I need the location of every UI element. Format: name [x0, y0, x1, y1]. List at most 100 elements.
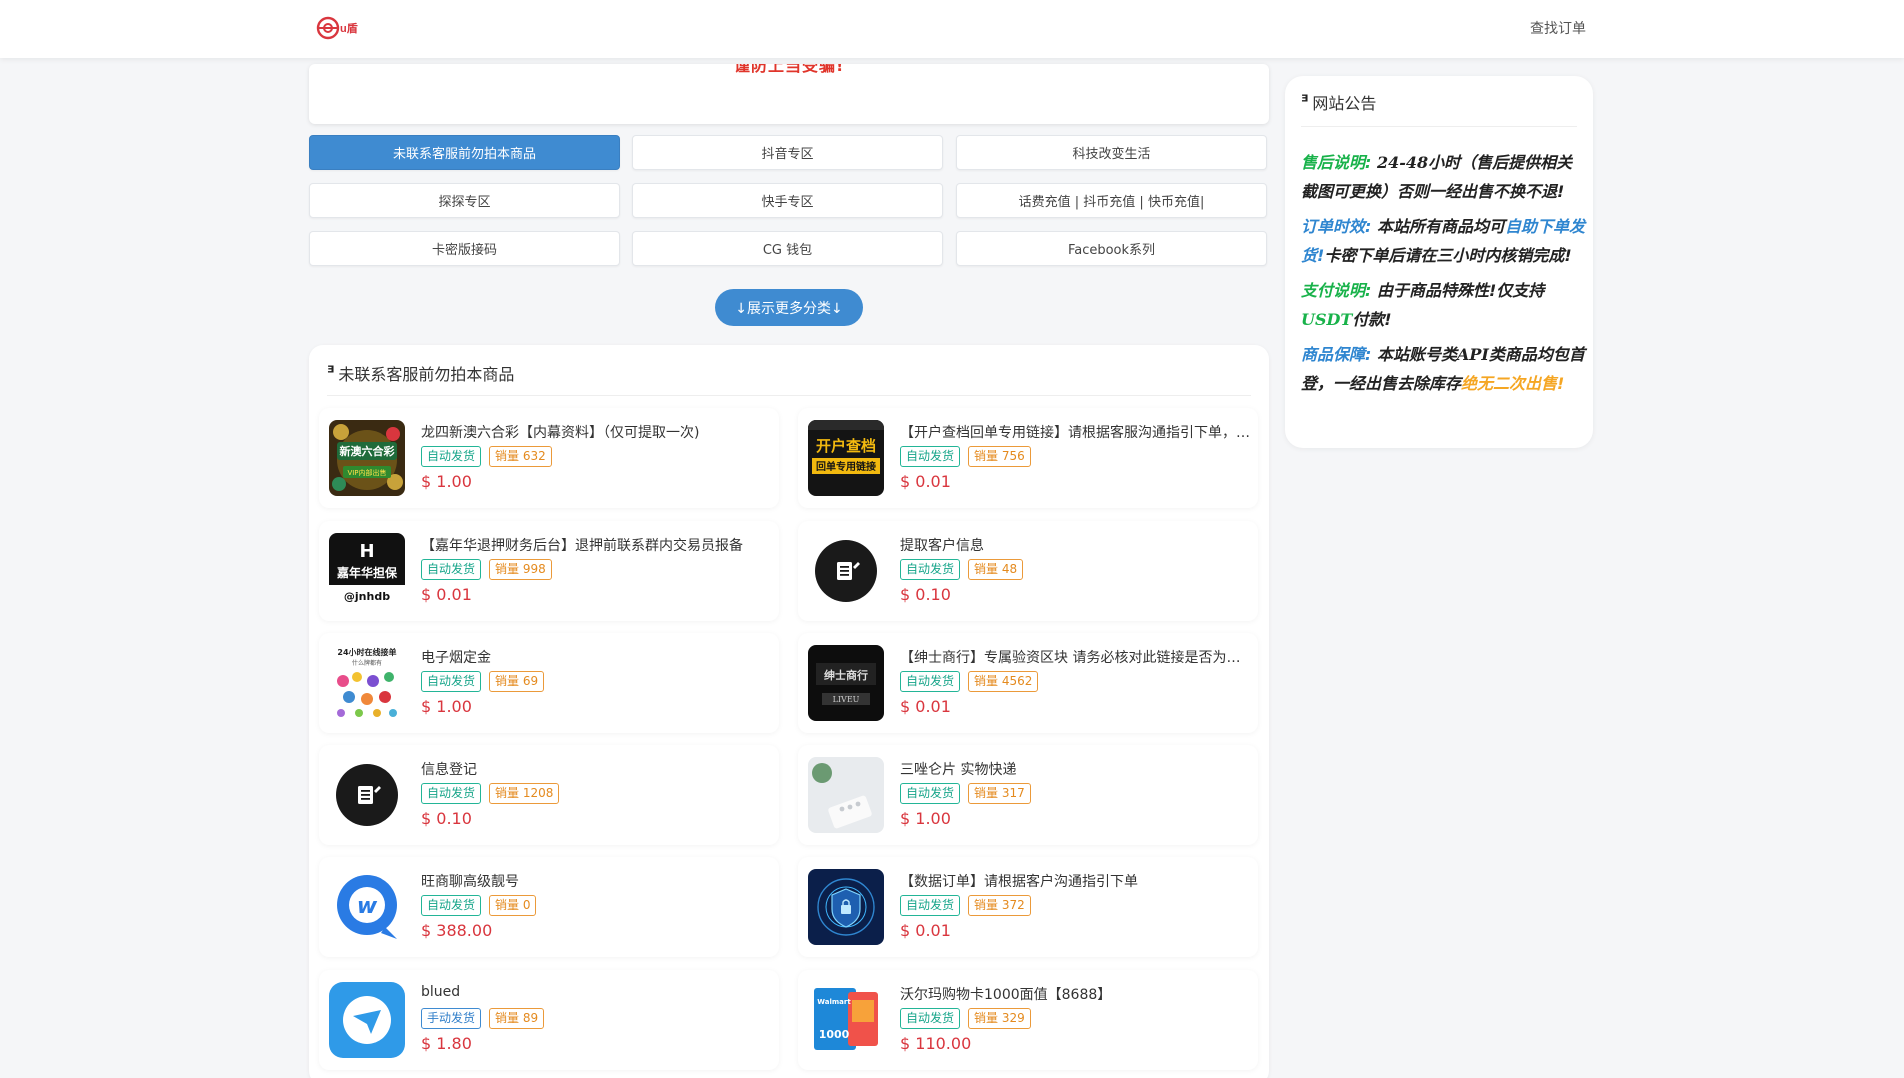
product-price: $ 1.00: [900, 809, 951, 828]
product-card[interactable]: H 嘉年华担保 @jnhdb 【嘉年华退押财务后台】退押前联系群内交易员报备 自…: [319, 521, 779, 621]
product-price: $ 110.00: [900, 1034, 972, 1053]
delivery-tag: 自动发货: [421, 895, 482, 916]
svg-text:什么牌都有: 什么牌都有: [352, 659, 382, 667]
product-card[interactable]: Walmart 1000 沃尔玛购物卡1000面值【8688】 自动发货 销量 3…: [798, 970, 1258, 1070]
product-name: 【嘉年华退押财务后台】退押前联系群内交易员报备: [421, 538, 743, 554]
category-button-contact-first[interactable]: 未联系客服前勿拍本商品: [309, 135, 620, 170]
logo-icon: u盾: [316, 16, 358, 40]
notice-after-sales: 售后说明: 24-48小时（售后提供相关截图可更换）否则一经出售不换不退!: [1301, 153, 1573, 201]
site-logo[interactable]: u盾: [316, 16, 368, 40]
ecig-thumb-icon: 24小时在线接单 什么牌都有: [329, 645, 405, 721]
notice-body: 售后说明: 24-48小时（售后提供相关截图可更换）否则一经出售不换不退! 订单…: [1301, 148, 1587, 404]
product-price: $ 0.01: [900, 697, 951, 716]
top-navbar: u盾 查找订单: [0, 0, 1904, 58]
product-card[interactable]: 开户查档 回单专用链接 【开户查档回单专用链接】请根据客服沟通指引下单，请勿乱拍…: [798, 408, 1258, 508]
delivery-tag: 自动发货: [900, 559, 961, 580]
product-name: 【数据订单】请根据客户沟通指引下单: [900, 874, 1138, 890]
section-title: ᴲ 未联系客服前勿拍本商品: [327, 361, 514, 385]
shield-data-thumb-icon: [808, 869, 884, 945]
product-card[interactable]: 信息登记 自动发货 销量 1208 $ 0.10: [319, 745, 779, 845]
delivery-tag: 手动发货: [421, 1008, 482, 1029]
note-edit-icon: [808, 533, 884, 609]
warning-banner: 谨防上当受骗!: [309, 64, 1269, 124]
delivery-tag: 自动发货: [421, 446, 482, 467]
note-edit-icon: [329, 757, 405, 833]
delivery-tag: 自动发货: [421, 783, 482, 804]
sales-tag: 销量 756: [968, 446, 1031, 467]
product-name: 旺商聊高级靓号: [421, 874, 519, 890]
delivery-tag: 自动发货: [900, 671, 961, 692]
product-price: $ 1.80: [421, 1034, 472, 1053]
svg-text:Walmart: Walmart: [817, 998, 851, 1006]
svg-text:VIP内部出售: VIP内部出售: [347, 468, 386, 477]
lottery-thumb-icon: 新澳六合彩 VIP内部出售: [329, 420, 405, 496]
chat-app-thumb-icon: w: [329, 869, 405, 945]
category-button-tantan[interactable]: 探探专区: [309, 183, 620, 218]
product-price: $ 0.01: [900, 472, 951, 491]
sales-tag: 销量 48: [968, 559, 1024, 580]
delivery-tag: 自动发货: [421, 559, 482, 580]
sales-tag: 销量 998: [489, 559, 552, 580]
svg-text:新澳六合彩: 新澳六合彩: [340, 444, 395, 458]
product-price: $ 1.00: [421, 472, 472, 491]
product-card[interactable]: 绅士商行 LIVEU 【绅士商行】专属验资区块 请务必核对此链接是否为客服发送 …: [798, 633, 1258, 733]
notice-title: ᴲ 网站公告: [1301, 90, 1376, 114]
category-button-recharge[interactable]: 话费充值 | 抖币充值 | 快币充值|: [956, 183, 1267, 218]
product-price: $ 0.01: [421, 585, 472, 604]
notice-title-text: 网站公告: [1312, 94, 1377, 113]
sales-tag: 销量 69: [489, 671, 545, 692]
delivery-tag: 自动发货: [900, 783, 961, 804]
find-order-link[interactable]: 查找订单: [1530, 18, 1586, 38]
category-button-sms-code[interactable]: 卡密版接码: [309, 231, 620, 266]
product-card[interactable]: 【数据订单】请根据客户沟通指引下单 自动发货 销量 372 $ 0.01: [798, 857, 1258, 957]
sales-tag: 销量 0: [489, 895, 537, 916]
svg-text:回单专用链接: 回单专用链接: [816, 460, 876, 473]
carnival-guarantee-thumb-icon: H 嘉年华担保 @jnhdb: [329, 533, 405, 609]
sales-tag: 销量 632: [489, 446, 552, 467]
product-name: 提取客户信息: [900, 538, 984, 554]
product-name: 【绅士商行】专属验资区块 请务必核对此链接是否为客服发送: [900, 650, 1250, 666]
svg-text:开户查档: 开户查档: [816, 437, 876, 455]
product-name: blued: [421, 984, 461, 1000]
pills-thumb-icon: [808, 757, 884, 833]
products-panel: ᴲ 未联系客服前勿拍本商品 新澳六合彩 VIP内部出售 龙四新澳六合彩【内幕资料…: [309, 345, 1269, 1078]
notice-order-timing: 订单时效: 本站所有商品均可自助下单发货!卡密下单后请在三小时内核销完成!: [1301, 217, 1585, 265]
sales-tag: 销量 372: [968, 895, 1031, 916]
walmart-card-thumb-icon: Walmart 1000: [808, 982, 884, 1058]
product-name: 电子烟定金: [421, 650, 491, 666]
svg-text:w: w: [357, 894, 378, 919]
svg-text:H: H: [359, 541, 374, 562]
sales-tag: 销量 329: [968, 1008, 1031, 1029]
category-button-douyin[interactable]: 抖音专区: [632, 135, 943, 170]
category-button-tech[interactable]: 科技改变生活: [956, 135, 1267, 170]
product-card[interactable]: w 旺商聊高级靓号 自动发货 销量 0 $ 388.00: [319, 857, 779, 957]
product-name: 三唑仑片 实物快递: [900, 762, 1017, 778]
product-price: $ 388.00: [421, 921, 493, 940]
account-query-thumb-icon: 开户查档 回单专用链接: [808, 420, 884, 496]
site-notice-panel: ᴲ 网站公告 售后说明: 24-48小时（售后提供相关截图可更换）否则一经出售不…: [1285, 76, 1593, 448]
sales-tag: 销量 317: [968, 783, 1031, 804]
category-button-kuaishou[interactable]: 快手专区: [632, 183, 943, 218]
svg-text:LIVEU: LIVEU: [833, 695, 860, 704]
delivery-tag: 自动发货: [421, 671, 482, 692]
category-button-cg-wallet[interactable]: CG 钱包: [632, 231, 943, 266]
product-name: 龙四新澳六合彩【内幕资料】（仅可提取一次): [421, 425, 700, 441]
svg-text:24小时在线接单: 24小时在线接单: [337, 647, 396, 657]
product-card[interactable]: blued 手动发货 销量 89 $ 1.80: [319, 970, 779, 1070]
product-price: $ 0.10: [900, 585, 951, 604]
divider: [1301, 126, 1577, 127]
product-price: $ 0.10: [421, 809, 472, 828]
product-card[interactable]: 24小时在线接单 什么牌都有 电子烟定金 自动发货 销量 69 $ 1.00: [319, 633, 779, 733]
blued-app-thumb-icon: [329, 982, 405, 1058]
section-title-text: 未联系客服前勿拍本商品: [338, 365, 515, 384]
svg-text:1000: 1000: [819, 1028, 850, 1041]
logo-text: u盾: [340, 21, 358, 35]
category-button-facebook[interactable]: Facebook系列: [956, 231, 1267, 266]
product-card[interactable]: 三唑仑片 实物快递 自动发货 销量 317 $ 1.00: [798, 745, 1258, 845]
product-card[interactable]: 新澳六合彩 VIP内部出售 龙四新澳六合彩【内幕资料】（仅可提取一次) 自动发货…: [319, 408, 779, 508]
notice-guarantee: 商品保障: 本站账号类API类商品均包首登，一经出售去除库存绝无二次出售!: [1301, 345, 1585, 393]
sales-tag: 销量 1208: [489, 783, 560, 804]
product-name: 【开户查档回单专用链接】请根据客服沟通指引下单，请勿乱拍: [900, 425, 1250, 441]
show-more-categories-button[interactable]: ↓展示更多分类↓: [715, 289, 863, 326]
product-card[interactable]: 提取客户信息 自动发货 销量 48 $ 0.10: [798, 521, 1258, 621]
